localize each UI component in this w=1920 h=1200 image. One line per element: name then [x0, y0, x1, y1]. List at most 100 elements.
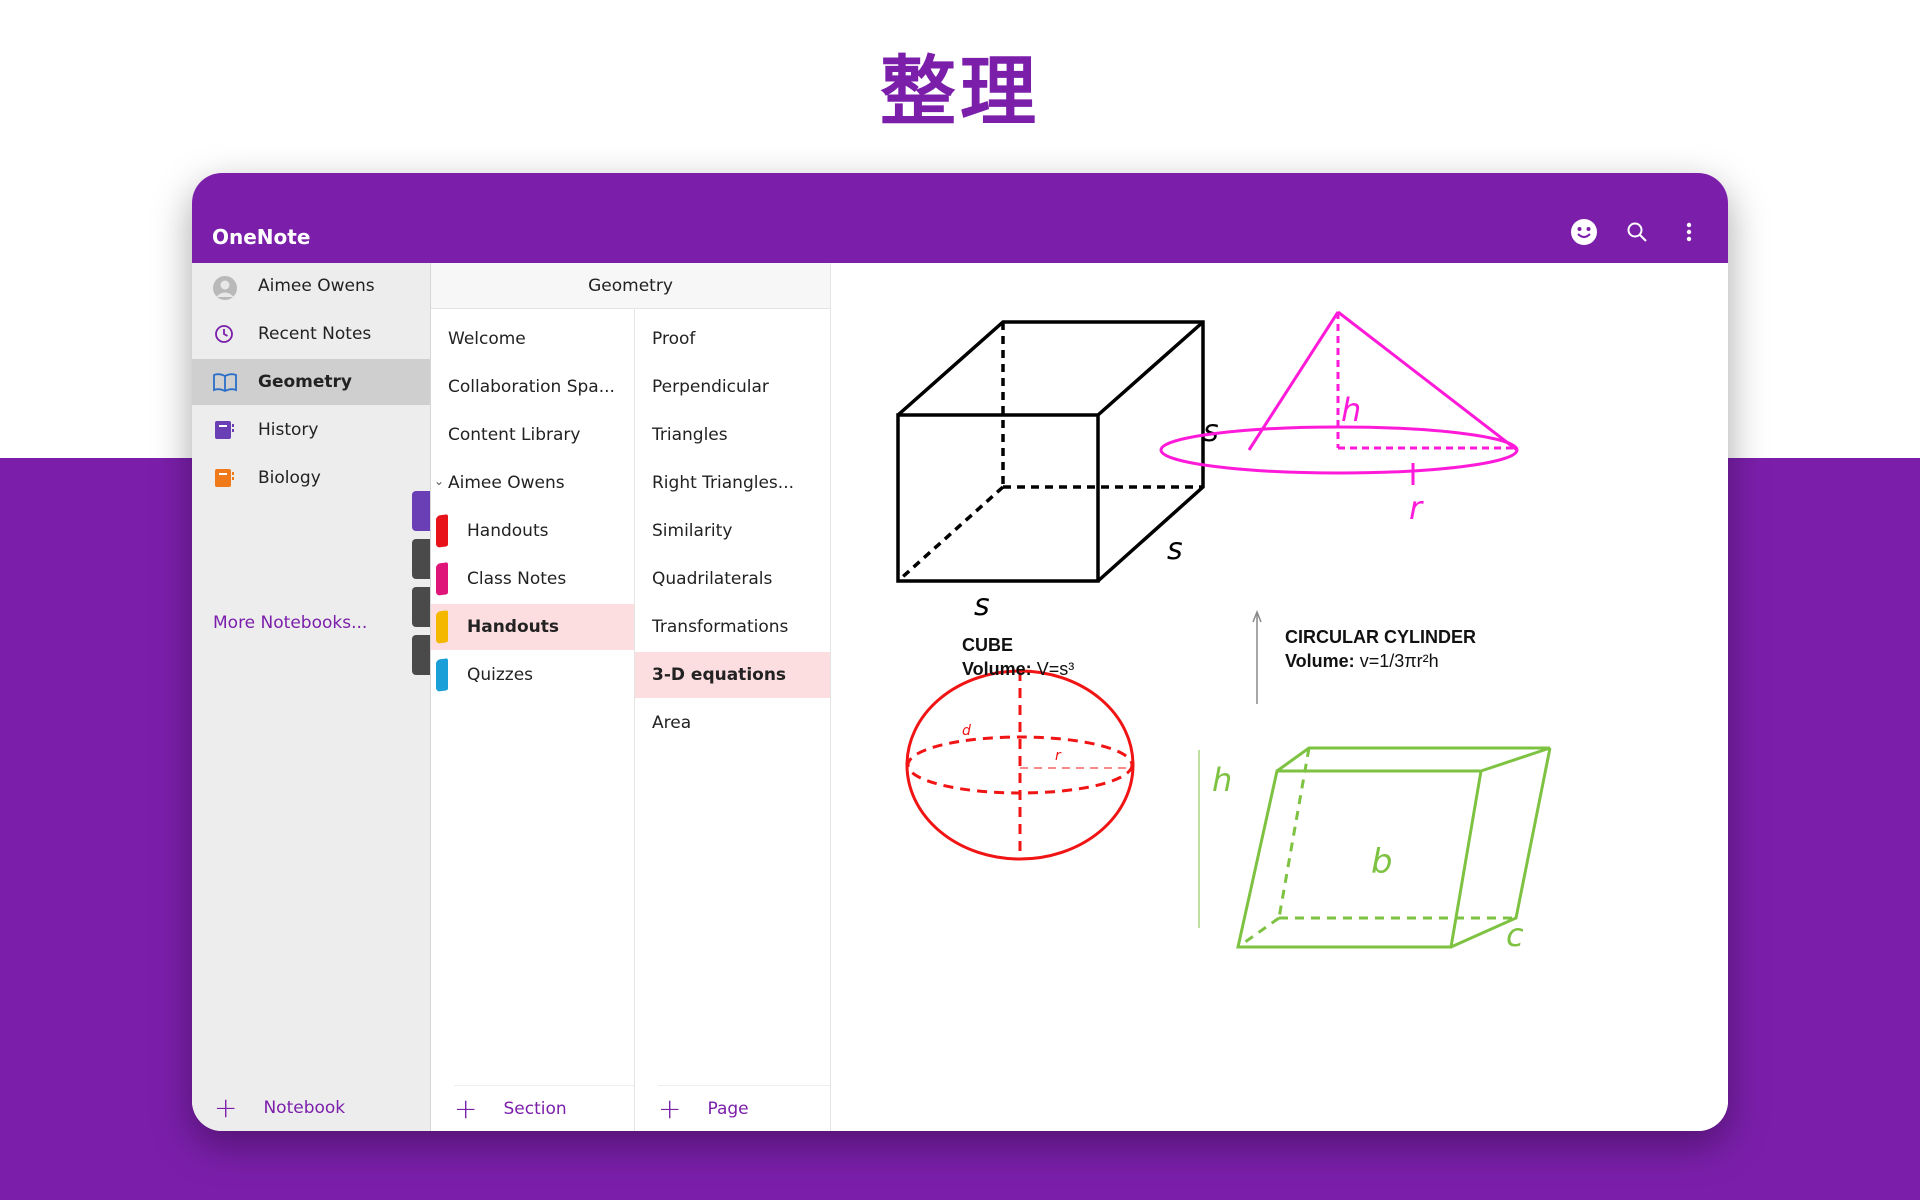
avatar: [212, 275, 237, 300]
page-label: Area: [652, 713, 692, 733]
plus-icon: +: [454, 1092, 478, 1125]
page-item[interactable]: Similarity: [635, 508, 830, 554]
plus-icon: +: [214, 1091, 238, 1124]
page-label: Transformations: [652, 617, 789, 637]
notebook-biology[interactable]: Biology: [192, 455, 430, 501]
page-item[interactable]: Transformations: [635, 604, 830, 650]
headline: 整理: [880, 47, 1040, 136]
cylinder-title: CIRCULAR CYLINDER: [1285, 627, 1476, 647]
title-bar: OneNote: [192, 173, 1728, 263]
add-notebook-label: Notebook: [263, 1098, 346, 1118]
add-page-label: Page: [707, 1099, 749, 1119]
app-title: OneNote: [212, 225, 311, 249]
notebook-recent-notes[interactable]: Recent Notes: [192, 311, 430, 357]
plus-icon: +: [658, 1092, 682, 1125]
prism-height-label: h: [1212, 761, 1232, 799]
notebook-label: Geometry: [258, 372, 352, 392]
section-color-tab: [436, 562, 448, 596]
notebook-tab-geometry: [412, 539, 430, 579]
app-window: OneNote Aimee Owens Recent Notes Geometr…: [192, 173, 1728, 1131]
cube-formula: V=s³: [1036, 659, 1075, 679]
section-item[interactable]: Handouts: [431, 508, 634, 554]
recent-history-icon: [212, 323, 236, 345]
notebook-header: Geometry: [431, 263, 830, 309]
section-label: Quizzes: [467, 665, 534, 685]
notebook-tab-biology: [412, 635, 430, 675]
notebook-label: Biology: [258, 468, 321, 488]
cube-side-label: s: [974, 588, 990, 623]
chevron-down-icon[interactable]: ⌄: [434, 474, 444, 488]
add-section-label: Section: [503, 1099, 567, 1119]
page-pane: Proof Perpendicular Triangles Right Tria…: [635, 263, 831, 1131]
page-label: Perpendicular: [652, 377, 769, 397]
user-name: Aimee Owens: [258, 276, 375, 296]
feedback-smiley-icon[interactable]: [1569, 217, 1599, 247]
section-item[interactable]: Quizzes: [431, 652, 634, 698]
notebook-tab-recent: [412, 491, 430, 531]
page-label: Proof: [652, 329, 696, 349]
open-book-icon: [212, 371, 237, 393]
section-color-tab: [436, 514, 448, 548]
cube-side-label: s: [1203, 414, 1219, 449]
sphere-radius-label: r: [1055, 748, 1062, 764]
page-label: Similarity: [652, 521, 733, 541]
section-color-tab: [436, 658, 448, 692]
section-group-aimee-owens[interactable]: ⌄ Aimee Owens: [431, 460, 634, 506]
cube-volume: Volume: V=s³: [962, 659, 1074, 680]
cube-volume-label: Volume:: [962, 659, 1032, 679]
section-item[interactable]: Class Notes: [431, 556, 634, 602]
section-label: Welcome: [448, 329, 526, 349]
page-label: Right Triangles...: [652, 473, 795, 493]
page-item[interactable]: Proof: [635, 316, 830, 362]
sphere-drawing: [905, 669, 1135, 861]
notebook-geometry[interactable]: Geometry: [192, 359, 430, 405]
sphere-diameter-label: d: [962, 723, 971, 739]
section-label: Aimee Owens: [448, 473, 565, 493]
more-notebooks-link[interactable]: More Notebooks...: [213, 613, 367, 633]
section-pane: Welcome Collaboration Spa... Content Lib…: [431, 263, 635, 1131]
notebook-orange-icon: [212, 467, 236, 489]
note-canvas[interactable]: s s s h r d r h b c CUBE Volume: V=s³ CI…: [831, 263, 1728, 1131]
notebook-tab-history: [412, 587, 430, 627]
section-item-selected[interactable]: Handouts: [431, 604, 634, 650]
prism-depth-label: c: [1506, 916, 1524, 954]
notebook-history[interactable]: History: [192, 407, 430, 453]
cube-title: CUBE: [962, 635, 1014, 655]
section-label: Handouts: [467, 617, 559, 637]
notebook-purple-icon: [212, 419, 236, 441]
add-page-button[interactable]: + Page: [658, 1085, 830, 1131]
page-item[interactable]: Perpendicular: [635, 364, 830, 410]
page-item[interactable]: Right Triangles...: [635, 460, 830, 506]
cone-drawing: [1159, 310, 1519, 485]
add-notebook-button[interactable]: + Notebook: [214, 1085, 430, 1131]
section-label: Content Library: [448, 425, 581, 445]
cylinder-volume-label: Volume:: [1285, 651, 1355, 671]
section-item[interactable]: Welcome: [431, 316, 634, 362]
page-label: Quadrilaterals: [652, 569, 773, 589]
prism-base-label: b: [1371, 842, 1393, 882]
page-label: Triangles: [652, 425, 728, 445]
arrow-line: [1252, 609, 1262, 704]
section-label: Class Notes: [467, 569, 567, 589]
page-item[interactable]: Triangles: [635, 412, 830, 458]
cube-side-label: s: [1167, 532, 1183, 567]
add-section-button[interactable]: + Section: [454, 1085, 634, 1131]
section-item[interactable]: Content Library: [431, 412, 634, 458]
page-item-selected[interactable]: 3-D equations: [635, 652, 830, 698]
section-color-tab: [436, 610, 448, 644]
cone-radius-label: r: [1409, 489, 1424, 527]
section-item[interactable]: Collaboration Spa...: [431, 364, 634, 410]
notebook-label: History: [258, 420, 319, 440]
user-account[interactable]: Aimee Owens: [192, 263, 430, 309]
page-label: 3-D equations: [652, 665, 787, 685]
cylinder-formula: v=1/3πr²h: [1359, 651, 1439, 671]
notebook-pane: Aimee Owens Recent Notes Geometry Histor…: [192, 263, 431, 1131]
cube-drawing: [896, 320, 1205, 583]
search-icon[interactable]: [1622, 217, 1652, 247]
cylinder-volume: Volume: v=1/3πr²h: [1285, 651, 1439, 672]
page-item[interactable]: Area: [635, 700, 830, 746]
notebook-label: Recent Notes: [258, 324, 372, 344]
more-options-icon[interactable]: [1674, 217, 1704, 247]
shapes-drawing: s s s h r d r h b c: [896, 310, 1552, 954]
page-item[interactable]: Quadrilaterals: [635, 556, 830, 602]
